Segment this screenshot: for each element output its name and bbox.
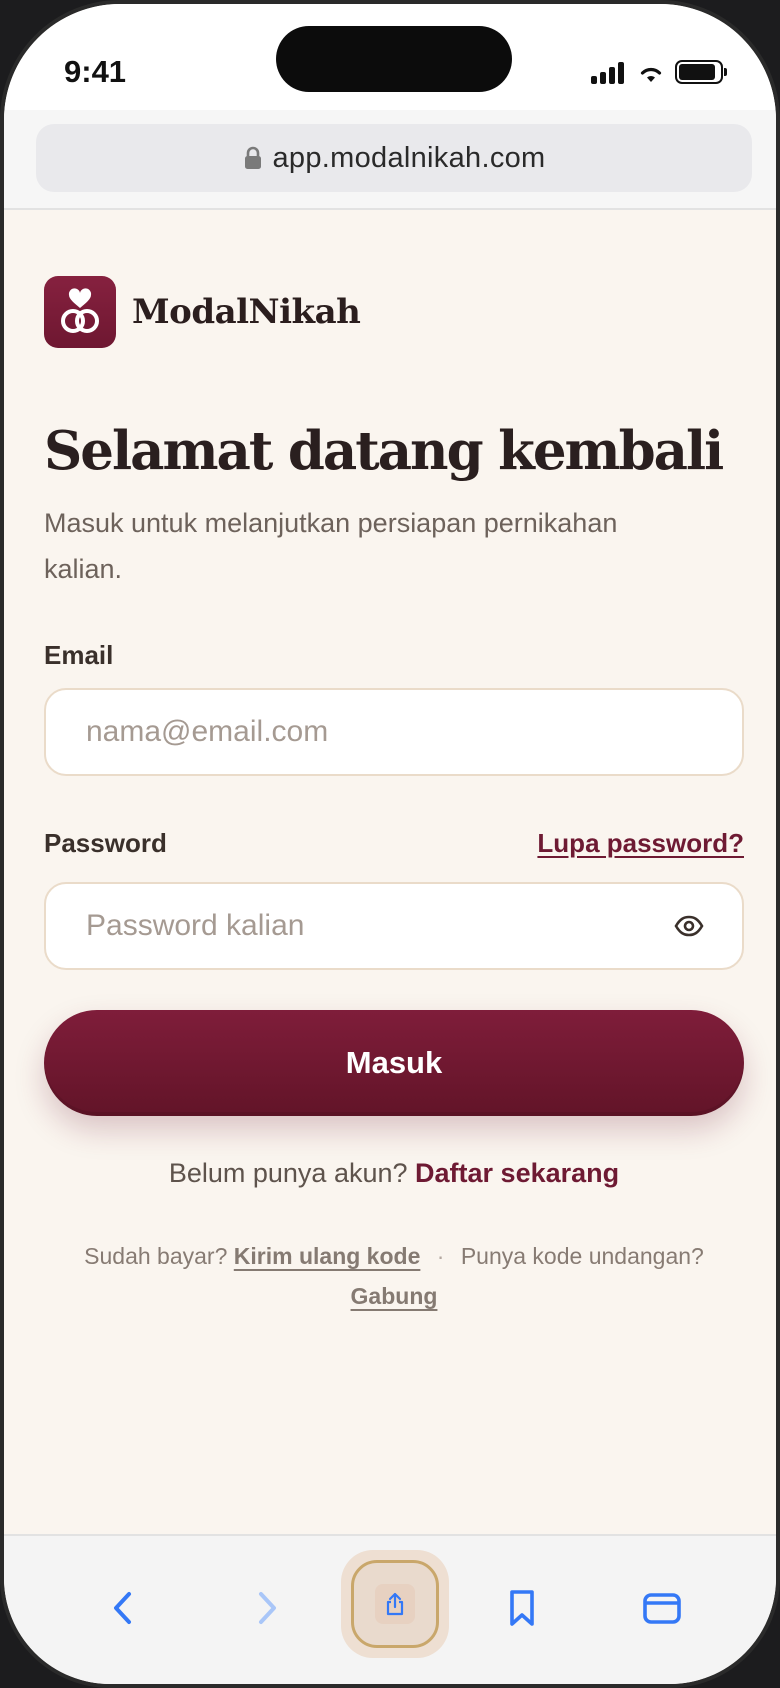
battery-icon xyxy=(675,60,727,84)
brand: ModalNikah xyxy=(44,276,361,348)
browser-address-area: app.modalnikah.com xyxy=(4,110,776,210)
separator-dot: · xyxy=(436,1243,445,1269)
wifi-icon xyxy=(640,67,662,82)
password-field[interactable] xyxy=(86,884,646,968)
register-link[interactable]: Daftar sekarang xyxy=(415,1158,619,1188)
password-label: Password xyxy=(44,828,167,858)
page-subtitle: Masuk untuk melanjutkan persiapan pernik… xyxy=(44,508,618,584)
share-button[interactable] xyxy=(341,1550,449,1658)
eye-icon[interactable] xyxy=(674,912,704,940)
register-prompt-text: Belum punya akun? xyxy=(168,1158,408,1188)
device-frame: 9:41 app.modalnikah.com ModalNikah Selam… xyxy=(0,0,780,1688)
forgot-password-link[interactable]: Lupa password? xyxy=(537,828,744,859)
chevron-left-icon[interactable] xyxy=(104,1588,144,1628)
share-button-inner xyxy=(351,1560,439,1648)
invite-prompt-text: Punya kode undangan? xyxy=(460,1243,704,1269)
email-field-container xyxy=(44,688,744,776)
login-button[interactable]: Masuk xyxy=(44,1010,744,1116)
password-field-container xyxy=(44,882,744,970)
browser-toolbar xyxy=(4,1534,776,1684)
page-title: Selamat datang kembali xyxy=(44,420,724,482)
email-field[interactable] xyxy=(86,690,646,774)
brand-name: ModalNikah xyxy=(132,292,361,332)
screen: 9:41 app.modalnikah.com ModalNikah Selam… xyxy=(0,0,780,1688)
chevron-right-icon[interactable] xyxy=(246,1588,286,1628)
bookmark-icon[interactable] xyxy=(502,1588,542,1628)
cellular-signal-icon xyxy=(591,62,625,84)
share-icon xyxy=(375,1584,415,1624)
status-time: 9:41 xyxy=(64,54,127,89)
address-bar[interactable]: app.modalnikah.com xyxy=(36,124,752,192)
footer-links: Sudah bayar? Kirim ulang kode · Punya ko… xyxy=(44,1236,744,1316)
rings-heart-icon xyxy=(44,276,116,348)
status-bar: 9:41 xyxy=(4,4,776,110)
register-prompt: Belum punya akun? Daftar sekarang xyxy=(44,1158,744,1189)
url-text: app.modalnikah.com xyxy=(272,141,546,174)
email-label: Email xyxy=(44,640,114,670)
paid-prompt-text: Sudah bayar? xyxy=(84,1243,228,1269)
join-link[interactable]: Gabung xyxy=(351,1283,438,1309)
dynamic-island xyxy=(276,26,512,92)
lock-icon xyxy=(244,146,261,169)
resend-code-link[interactable]: Kirim ulang kode xyxy=(234,1243,421,1269)
tabs-icon[interactable] xyxy=(642,1588,682,1628)
